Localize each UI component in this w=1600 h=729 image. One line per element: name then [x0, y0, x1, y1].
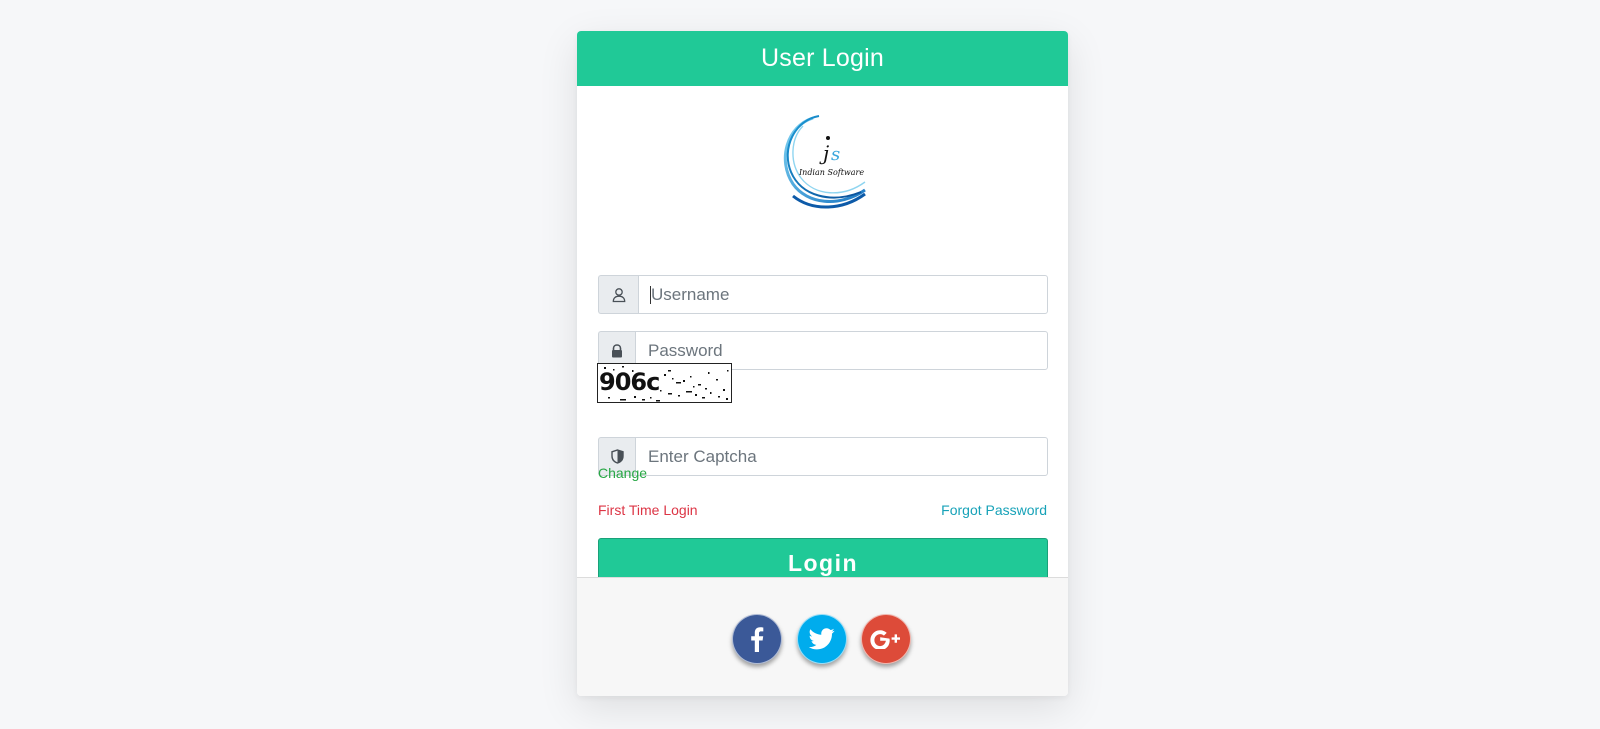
username-input[interactable] [638, 275, 1048, 314]
username-group [598, 275, 1048, 314]
text-caret [650, 286, 651, 304]
forgot-password-link[interactable]: Forgot Password [941, 502, 1047, 518]
login-card: User Login j s Indian Software Username … [577, 31, 1068, 696]
twitter-button[interactable] [797, 614, 847, 664]
captcha-noise [604, 366, 729, 402]
captcha-input[interactable] [635, 437, 1048, 476]
facebook-icon [751, 627, 764, 652]
card-title: User Login [577, 31, 1068, 86]
google-plus-button[interactable] [861, 614, 911, 664]
svg-text:j: j [819, 141, 829, 165]
social-footer [577, 577, 1068, 696]
user-icon [598, 275, 638, 314]
captcha-group [598, 437, 1048, 476]
twitter-icon [809, 628, 835, 650]
svg-text:s: s [831, 144, 840, 165]
first-time-login-link[interactable]: First Time Login [598, 502, 698, 518]
svg-text:Indian Software: Indian Software [798, 168, 864, 177]
change-captcha-link[interactable]: Change [598, 465, 647, 481]
facebook-button[interactable] [732, 614, 782, 664]
captcha-image: 906c [597, 363, 732, 403]
login-form: j s Indian Software Username 906c Enter … [577, 86, 1068, 588]
google-plus-icon [870, 630, 900, 649]
indian-software-logo: j s Indian Software [783, 115, 866, 209]
